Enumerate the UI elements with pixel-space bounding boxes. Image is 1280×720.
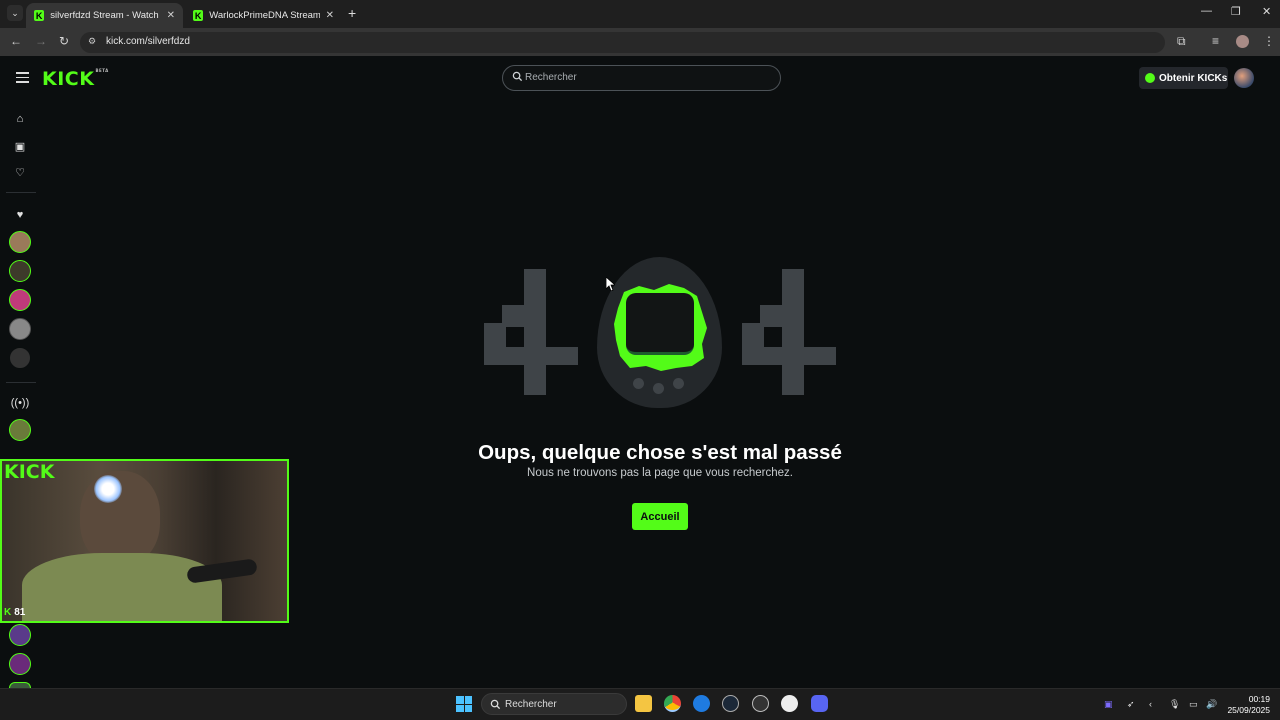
search-input[interactable]: Rechercher	[502, 65, 781, 91]
tray-app-icon[interactable]: ▣	[1104, 699, 1113, 710]
channel-avatar[interactable]	[9, 318, 31, 340]
close-tab-icon[interactable]: ✕	[326, 10, 334, 21]
headlamp-light	[94, 475, 122, 503]
clock-time[interactable]: 00:19	[1240, 694, 1270, 704]
file-explorer-icon[interactable]	[635, 695, 652, 712]
egg-button	[673, 378, 684, 389]
profile-avatar-icon[interactable]	[1236, 35, 1249, 48]
chrome-icon[interactable]	[664, 695, 681, 712]
microphone-icon[interactable]: 🎙	[1169, 699, 1180, 710]
search-icon	[490, 699, 501, 710]
start-icon[interactable]	[456, 696, 472, 712]
volume-icon[interactable]: 🔊	[1206, 699, 1217, 710]
followed-heart-icon: ♥	[16, 209, 24, 221]
channel-avatar[interactable]	[9, 289, 31, 311]
tab-title: WarlockPrimeDNA Stream - Wa	[209, 10, 320, 21]
digit-four-right	[742, 269, 836, 395]
kicks-coin-icon	[1145, 73, 1155, 83]
search-icon	[512, 71, 523, 82]
tray-cursor-icon[interactable]: ➶	[1127, 699, 1135, 710]
channel-avatar[interactable]	[9, 624, 31, 646]
restore-icon[interactable]: ❐	[1231, 5, 1241, 18]
menu-icon[interactable]	[16, 72, 29, 83]
beta-badge: BETA	[95, 68, 109, 73]
browser-menu-icon[interactable]: ⋮	[1263, 34, 1275, 48]
tamagotchi-screen	[626, 293, 694, 355]
new-tab-button[interactable]: +	[348, 5, 356, 21]
tab-search-button[interactable]: ⌄	[7, 5, 23, 21]
tray-chevron-icon[interactable]: ‹	[1149, 699, 1152, 709]
get-kicks-button[interactable]: Obtenir KICKs	[1139, 67, 1228, 89]
error-subtitle: Nous ne trouvons pas la page que vous re…	[527, 467, 793, 479]
edge-icon[interactable]	[693, 695, 710, 712]
close-tab-icon[interactable]: ✕	[167, 10, 175, 21]
discord-icon[interactable]	[811, 695, 828, 712]
channel-avatar[interactable]	[9, 260, 31, 282]
channel-avatar[interactable]	[9, 653, 31, 675]
following-icon[interactable]: ♡	[12, 164, 28, 180]
digit-four-left	[484, 269, 578, 395]
egg-button	[653, 383, 664, 394]
home-icon[interactable]: ⌂	[12, 111, 28, 127]
browser-tab-active[interactable]: K silverfdzd Stream - Watch Live o ✕	[26, 3, 183, 28]
live-broadcast-icon: ((•))	[10, 397, 30, 409]
browser-tab-strip: ⌄ K silverfdzd Stream - Watch Live o ✕ K…	[0, 0, 1280, 28]
rail-divider	[6, 192, 36, 193]
kick-logo[interactable]: KICKBETA	[42, 68, 109, 90]
extensions-icon[interactable]: ⧉	[1177, 34, 1186, 49]
app-icon[interactable]	[752, 695, 769, 712]
get-kicks-label: Obtenir KICKs	[1159, 72, 1228, 84]
tab-title: silverfdzd Stream - Watch Live o	[50, 10, 160, 21]
kick-favicon-icon: K	[34, 10, 45, 21]
site-info-icon[interactable]: ⚙	[88, 36, 96, 47]
close-window-icon[interactable]: ✕	[1262, 5, 1271, 18]
channel-avatar[interactable]	[9, 347, 31, 369]
user-avatar[interactable]	[1234, 68, 1254, 88]
back-icon[interactable]: ←	[10, 34, 22, 48]
search-placeholder: Rechercher	[525, 72, 577, 83]
overlay-kick-logo: KICK	[4, 461, 55, 483]
steam-icon[interactable]	[722, 695, 739, 712]
kick-small-icon: K	[4, 607, 12, 618]
egg-button	[633, 378, 644, 389]
browser-tab[interactable]: K WarlockPrimeDNA Stream - Wa ✕	[185, 3, 342, 28]
browse-icon[interactable]: ▣	[12, 138, 28, 154]
address-bar[interactable]: ⚙	[80, 32, 1165, 53]
channel-avatar[interactable]	[9, 231, 31, 253]
mouse-cursor-icon	[606, 277, 615, 291]
clock-date[interactable]: 25/09/2025	[1222, 705, 1270, 715]
channel-avatar[interactable]	[9, 419, 31, 441]
display-icon[interactable]: ▭	[1189, 699, 1198, 710]
error-title: Oups, quelque chose s'est mal passé	[478, 441, 842, 464]
webcam-overlay	[0, 459, 289, 623]
rail-divider	[6, 382, 36, 383]
url-text[interactable]: kick.com/silverfdzd	[106, 36, 190, 47]
streamer-shirt	[22, 553, 222, 621]
overlay-viewer-count: K 81	[4, 607, 26, 618]
media-control-icon[interactable]: ≡	[1212, 34, 1219, 48]
forward-icon[interactable]: →	[35, 34, 47, 48]
reload-icon[interactable]: ↻	[59, 34, 69, 48]
minimize-icon[interactable]: —	[1201, 5, 1212, 17]
taskbar-search-placeholder: Rechercher	[505, 699, 557, 710]
kick-favicon-icon: K	[193, 10, 204, 21]
media-player-icon[interactable]	[781, 695, 798, 712]
home-button[interactable]: Accueil	[632, 503, 688, 530]
